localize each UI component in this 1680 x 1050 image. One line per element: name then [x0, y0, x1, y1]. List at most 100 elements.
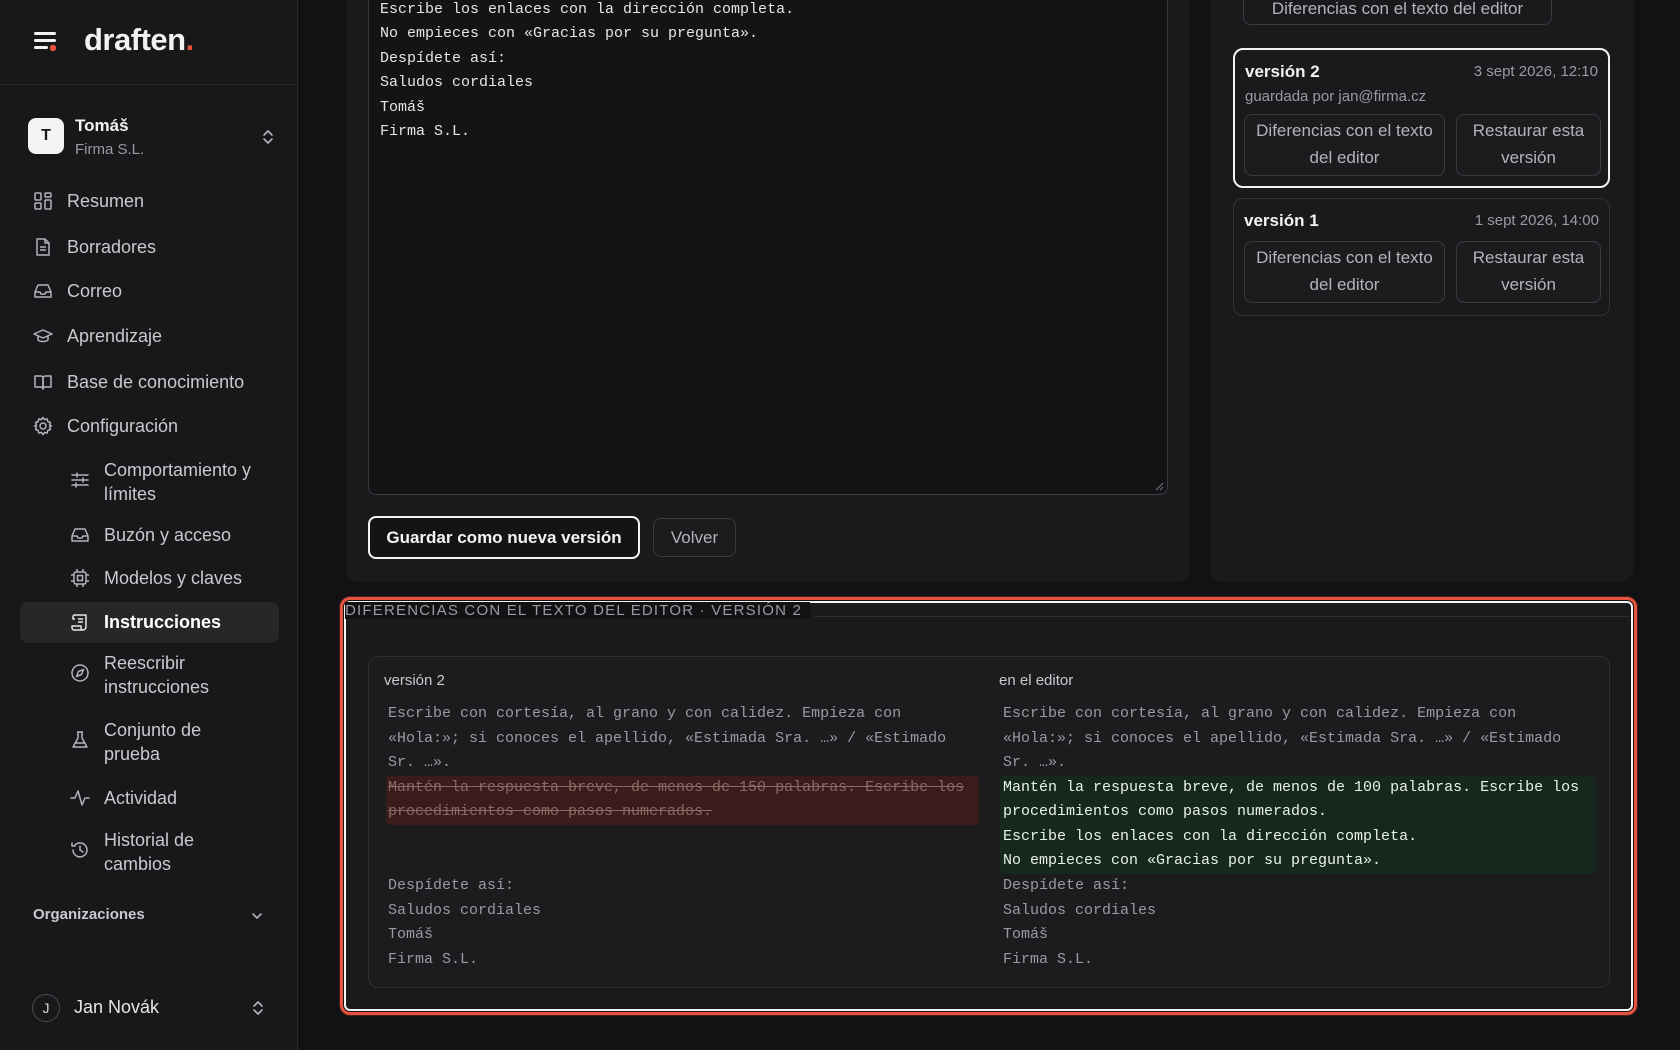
flask-icon: [72, 731, 88, 748]
nav-item-label: Configuración: [67, 415, 179, 436]
nav-subitem-historial[interactable]: Historial de cambios: [20, 828, 279, 878]
editor-line: Saludos cordiales: [380, 74, 534, 91]
version-saved-by: guardada por jan@firma.cz: [1245, 88, 1427, 105]
document-icon: [36, 238, 50, 256]
nav-item-label: Aprendizaje: [67, 325, 163, 346]
version-date: 3 sept 2026, 12:10: [1473, 63, 1598, 80]
diff-section-title: DIFERENCIAS CON EL TEXTO DEL EDITOR · VE…: [345, 602, 811, 619]
diff-line: Saludos cordiales: [1003, 902, 1157, 919]
diff-line: «Hola:»; si conoces el apellido, «Estima…: [388, 730, 947, 747]
nav-item-label: Borradores: [67, 236, 157, 257]
editor-line: Despídete así:: [380, 50, 507, 67]
diff-line: Escribe con cortesía, al grano y con cal…: [388, 705, 902, 722]
diff-added-line: procedimientos como pasos numerados.: [1003, 803, 1328, 820]
tenant-avatar: T: [28, 118, 64, 154]
diff-line: Tomáš: [1003, 926, 1049, 943]
resize-handle-icon[interactable]: [1154, 481, 1164, 491]
inbox-icon: [34, 284, 52, 298]
nav-item-base-conocimiento[interactable]: Base de conocimiento: [20, 362, 279, 402]
editor-line: Escribe los enlaces con la dirección com…: [380, 1, 795, 18]
nav-subitem-reescribir[interactable]: Reescribir instrucciones: [20, 651, 279, 701]
graduation-cap-icon: [33, 329, 53, 343]
version-title: versión 1: [1244, 211, 1319, 230]
grid-icon: [34, 192, 52, 210]
diff-removed-line: procedimientos como pasos numerados.: [388, 803, 713, 820]
compass-icon: [71, 664, 89, 682]
diff-line: Sr. …».: [388, 754, 452, 771]
version-card-2[interactable]: versión 2 3 sept 2026, 12:10 guardada po…: [1233, 48, 1610, 188]
organizations-label: Organizaciones: [33, 906, 145, 923]
chip-icon: [71, 569, 89, 587]
diff-right-header: en el editor: [999, 672, 1074, 689]
divider: [815, 616, 1629, 617]
diff-with-editor-button[interactable]: Diferencias con el texto del editor: [1244, 114, 1445, 176]
nav-subitem-label: Comportamiento y límites: [104, 460, 252, 504]
menu-icon[interactable]: [32, 28, 62, 54]
nav-subitem-label: Modelos y claves: [104, 568, 243, 588]
user-avatar: J: [32, 994, 60, 1022]
tenant-org: Firma S.L.: [75, 141, 145, 158]
nav-subitem-label: Historial de cambios: [104, 830, 195, 874]
organizations-toggle[interactable]: Organizaciones: [33, 906, 265, 923]
instructions-editor[interactable]: Escribe los enlaces con la dirección com…: [368, 0, 1168, 495]
nav-subitem-label: Reescribir instrucciones: [104, 653, 210, 697]
diff-with-editor-button[interactable]: Diferencias con el texto del editor: [1244, 241, 1445, 303]
nav-subitem-buzon[interactable]: Buzón y acceso: [20, 523, 279, 549]
brand-logo[interactable]: draften.: [84, 22, 194, 58]
user-name: Jan Novák: [74, 997, 160, 1017]
nav-subitem-instrucciones[interactable]: Instrucciones: [20, 602, 279, 643]
nav-subitem-actividad[interactable]: Actividad: [20, 786, 279, 812]
nav-item-label: Resumen: [67, 190, 145, 211]
nav-subitem-modelos[interactable]: Modelos y claves: [20, 566, 279, 592]
editor-line: Firma S.L.: [380, 123, 471, 140]
nav-item-resumen[interactable]: Resumen: [20, 181, 279, 221]
diff-line: Firma S.L.: [1003, 951, 1094, 968]
nav-item-configuracion[interactable]: Configuración: [20, 406, 279, 446]
version-date: 1 sept 2026, 14:00: [1474, 212, 1599, 229]
history-icon: [71, 842, 88, 858]
chevron-updown-icon: [253, 1001, 263, 1015]
nav-subitem-conjunto-prueba[interactable]: Conjunto de prueba: [20, 718, 279, 768]
diff-removed-line: Mantén la respuesta breve, de menos de 1…: [388, 779, 965, 796]
diff-added-line: No empieces con «Gracias por su pregunta…: [1003, 852, 1382, 869]
nav-item-correo[interactable]: Correo: [20, 271, 279, 311]
activity-icon: [70, 790, 90, 806]
gear-icon: [33, 416, 53, 436]
chevron-updown-icon: [263, 130, 273, 144]
version-card-1[interactable]: versión 1 1 sept 2026, 14:00 Diferencias…: [1233, 198, 1610, 316]
diff-line: Despídete así:: [1003, 877, 1130, 894]
diff-line: «Hola:»; si conoces el apellido, «Estima…: [1003, 730, 1562, 747]
nav-item-borradores[interactable]: Borradores: [20, 227, 279, 267]
sidebar: draften. T Tomáš Firma S.L. Resumen Borr…: [0, 0, 298, 1050]
diff-with-editor-button[interactable]: Diferencias con el texto del editor: [1243, 0, 1552, 25]
diff-line: Despídete así:: [388, 877, 515, 894]
version-title: versión 2: [1245, 62, 1320, 81]
user-menu[interactable]: J Jan Novák: [32, 993, 266, 1023]
nav-subitem-label: Actividad: [104, 788, 178, 808]
diff-line: Saludos cordiales: [388, 902, 542, 919]
tenant-name: Tomáš: [75, 116, 129, 135]
diff-left-header: versión 2: [384, 672, 445, 689]
diff-line: Firma S.L.: [388, 951, 479, 968]
diff-line: Sr. …».: [1003, 754, 1067, 771]
nav-item-aprendizaje[interactable]: Aprendizaje: [20, 316, 279, 356]
inbox-icon: [71, 528, 89, 542]
nav-subitem-label: Instrucciones: [104, 612, 222, 632]
editor-line: Tomáš: [380, 99, 426, 116]
save-new-version-button[interactable]: Guardar como nueva versión: [368, 516, 640, 559]
nav-subitem-label: Conjunto de prueba: [104, 720, 202, 764]
nav-item-label: Correo: [67, 280, 123, 301]
scroll-icon: [71, 614, 87, 631]
back-button[interactable]: Volver: [653, 518, 736, 557]
chevron-down-icon: [252, 913, 262, 919]
diff-added-line: Escribe los enlaces con la dirección com…: [1003, 828, 1418, 845]
diff-added-line: Mantén la respuesta breve, de menos de 1…: [1003, 779, 1580, 796]
nav-subitem-comportamiento[interactable]: Comportamiento y límites: [20, 458, 279, 508]
nav-subitem-label: Buzón y acceso: [104, 525, 232, 545]
tenant-switcher[interactable]: T Tomáš Firma S.L.: [26, 113, 276, 163]
book-icon: [34, 375, 52, 390]
diff-line: Tomáš: [388, 926, 434, 943]
restore-version-button[interactable]: Restaurar esta versión: [1456, 241, 1601, 303]
brand-header: draften.: [0, 0, 297, 85]
restore-version-button[interactable]: Restaurar esta versión: [1456, 114, 1601, 176]
